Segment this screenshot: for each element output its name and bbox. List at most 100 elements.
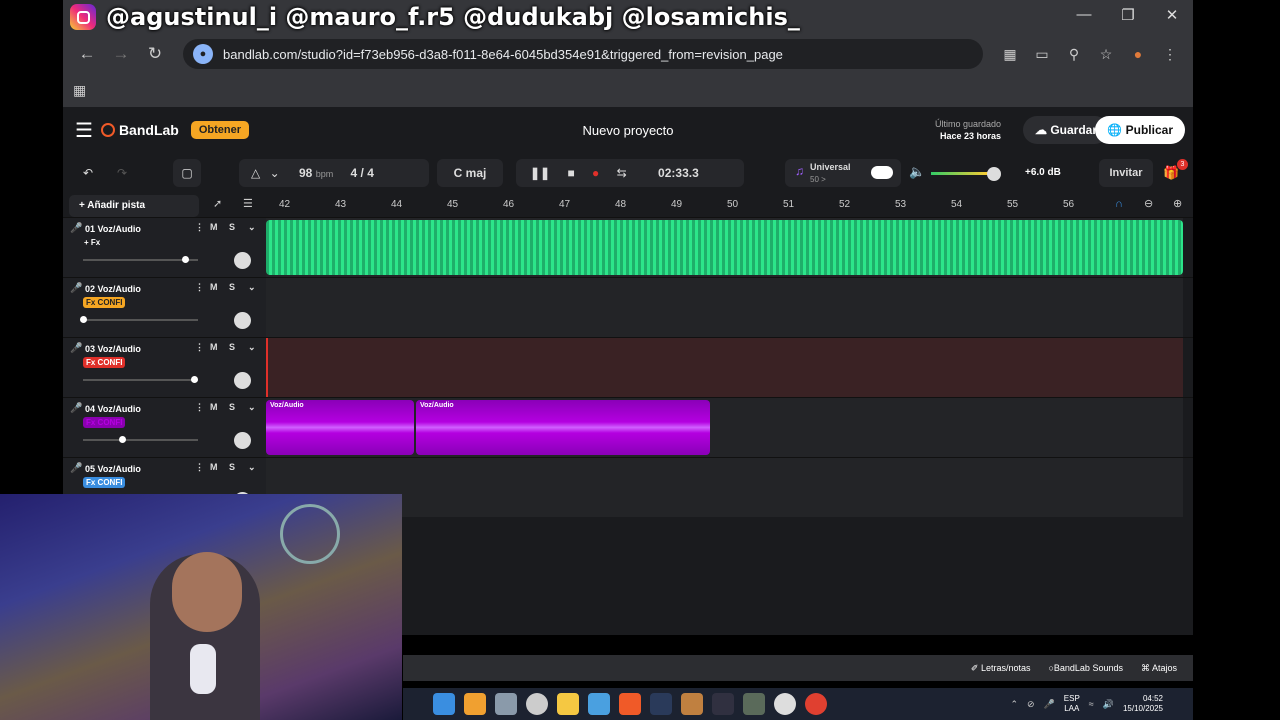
- zoom-in-icon[interactable]: ⊕: [1173, 197, 1182, 210]
- track-more-icon[interactable]: ⋮: [195, 222, 204, 233]
- track-volume-slider[interactable]: [83, 319, 198, 321]
- lyrics-link[interactable]: ✐ Letras/notas: [971, 663, 1031, 674]
- track-lane[interactable]: [266, 458, 1183, 517]
- fx-badge[interactable]: Fx CONFI: [83, 477, 126, 488]
- undo-icon[interactable]: ↶: [71, 159, 105, 187]
- gift-icon[interactable]: 🎁: [1163, 165, 1179, 181]
- volume-handle[interactable]: [80, 316, 87, 323]
- master-volume-handle[interactable]: [987, 167, 1001, 181]
- xbox-icon[interactable]: [526, 693, 548, 715]
- url-text[interactable]: bandlab.com/studio?id=f73eb956-d3a8-f011…: [223, 47, 973, 62]
- menu-icon[interactable]: ⋮: [1157, 46, 1183, 63]
- add-track-button[interactable]: + Añadir pista: [69, 195, 199, 217]
- audio-clip[interactable]: Voz/Audio: [266, 400, 414, 455]
- bookmark-star-icon[interactable]: ☆: [1093, 46, 1119, 63]
- mode-toggle[interactable]: [871, 166, 893, 179]
- network-off-icon[interactable]: ⊘: [1027, 699, 1035, 710]
- track-header[interactable]: 🎤 04 Voz/Audio Fx CONFI ⋮ M S ⌄: [63, 398, 266, 457]
- tray-chevron-icon[interactable]: ⌃: [1010, 699, 1018, 710]
- track-header[interactable]: 🎤 02 Voz/Audio Fx CONFI ⋮ M S ⌄: [63, 278, 266, 337]
- redo-icon[interactable]: ↷: [105, 159, 139, 187]
- track-volume-slider[interactable]: [83, 439, 198, 441]
- file-explorer-icon[interactable]: [557, 693, 579, 715]
- wifi-icon[interactable]: ≈: [1089, 699, 1094, 709]
- restore-icon[interactable]: ❐: [1113, 6, 1143, 26]
- chrome-icon[interactable]: [805, 693, 827, 715]
- game-icon[interactable]: [681, 693, 703, 715]
- windows-start-icon[interactable]: [433, 693, 455, 715]
- shortcuts-link[interactable]: ⌘ Atajos: [1141, 663, 1177, 674]
- audio-clip[interactable]: Voz/Audio: [416, 400, 710, 455]
- mute-button[interactable]: M: [210, 342, 218, 352]
- gpu-icon[interactable]: [743, 693, 765, 715]
- track-more-icon[interactable]: ⋮: [195, 462, 204, 473]
- fx-badge[interactable]: Fx CONFI: [83, 357, 126, 368]
- sounds-link[interactable]: ○BandLab Sounds: [1048, 663, 1123, 673]
- snap-magnet-icon[interactable]: ∩: [1115, 198, 1123, 210]
- app-icon[interactable]: [588, 693, 610, 715]
- reload-icon[interactable]: ↻: [141, 40, 169, 68]
- metronome-icon[interactable]: △: [251, 166, 260, 180]
- master-volume-slider[interactable]: [931, 172, 989, 175]
- forward-icon[interactable]: →: [107, 40, 135, 68]
- volume-handle[interactable]: [191, 376, 198, 383]
- pan-knob[interactable]: [234, 432, 251, 449]
- pan-knob[interactable]: [234, 312, 251, 329]
- address-bar[interactable]: ● bandlab.com/studio?id=f73eb956-d3a8-f0…: [183, 39, 983, 69]
- automation-icon[interactable]: ➚: [213, 197, 222, 210]
- reading-mode-icon[interactable]: ▦: [997, 46, 1023, 63]
- track-lane[interactable]: [266, 278, 1183, 337]
- pan-knob[interactable]: [234, 252, 251, 269]
- time-signature[interactable]: 4 / 4: [351, 166, 374, 180]
- track-more-icon[interactable]: ⋮: [195, 282, 204, 293]
- pause-icon[interactable]: ❚❚: [530, 166, 550, 180]
- track-header[interactable]: 🎤 01 Voz/Audio + Fx ⋮ M S ⌄: [63, 218, 266, 277]
- track-header[interactable]: 🎤 03 Voz/Audio Fx CONFI ⋮ M S ⌄: [63, 338, 266, 397]
- volume-handle[interactable]: [182, 256, 189, 263]
- track-expand-icon[interactable]: ⌄: [248, 282, 256, 293]
- cast-icon[interactable]: ▭: [1029, 46, 1055, 63]
- mute-speaker-icon[interactable]: 🔈: [909, 164, 925, 180]
- fx-badge[interactable]: Fx CONFI: [83, 417, 126, 428]
- track-expand-icon[interactable]: ⌄: [248, 222, 256, 233]
- fx-badge[interactable]: Fx CONFI: [83, 297, 126, 308]
- timeline-ruler[interactable]: + Añadir pista ➚ ☰ 42 43 44 45 46 47 48 49 50 51 5…: [63, 193, 1193, 217]
- track-name[interactable]: 02 Voz/Audio: [85, 284, 141, 294]
- track-lane[interactable]: [266, 338, 1183, 397]
- invitar-button[interactable]: Invitar: [1099, 159, 1153, 187]
- track-volume-slider[interactable]: [83, 259, 198, 261]
- mute-button[interactable]: M: [210, 462, 218, 472]
- language-indicator[interactable]: ESP LAA: [1064, 694, 1080, 714]
- sidebar-toggle-icon[interactable]: ▢: [173, 159, 201, 187]
- audio-clip[interactable]: [266, 220, 1183, 275]
- solo-button[interactable]: S: [229, 282, 235, 292]
- brave-icon[interactable]: [619, 693, 641, 715]
- volume-handle[interactable]: [119, 436, 126, 443]
- track-more-icon[interactable]: ⋮: [195, 342, 204, 353]
- solo-button[interactable]: S: [229, 222, 235, 232]
- apps-grid-icon[interactable]: ▦: [73, 82, 86, 99]
- mute-button[interactable]: M: [210, 282, 218, 292]
- solo-button[interactable]: S: [229, 402, 235, 412]
- solo-button[interactable]: S: [229, 462, 235, 472]
- bpm-value[interactable]: 98: [299, 166, 312, 180]
- mic-tray-icon[interactable]: 🎤: [1044, 699, 1055, 710]
- track-more-icon[interactable]: ⋮: [195, 402, 204, 413]
- mode-selector[interactable]: ♫ Universal 50 >: [785, 159, 901, 187]
- track-expand-icon[interactable]: ⌄: [248, 462, 256, 473]
- track-lane[interactable]: Voz/Audio Voz/Audio: [266, 398, 1183, 457]
- track-volume-slider[interactable]: [83, 379, 198, 381]
- record-icon[interactable]: ●: [592, 166, 599, 180]
- settings-icon[interactable]: [495, 693, 517, 715]
- track-lane[interactable]: [266, 218, 1183, 277]
- metronome-dropdown-icon[interactable]: ⌄: [270, 166, 280, 180]
- zoom-out-icon[interactable]: ⊖: [1144, 197, 1153, 210]
- store-icon[interactable]: [464, 693, 486, 715]
- profile-avatar[interactable]: ●: [1125, 46, 1151, 62]
- media-icon[interactable]: [712, 693, 734, 715]
- solo-button[interactable]: S: [229, 342, 235, 352]
- close-icon[interactable]: ✕: [1157, 6, 1187, 26]
- volume-tray-icon[interactable]: 🔊: [1103, 699, 1114, 710]
- fx-badge[interactable]: + Fx: [81, 237, 103, 248]
- minimize-icon[interactable]: —: [1069, 6, 1099, 26]
